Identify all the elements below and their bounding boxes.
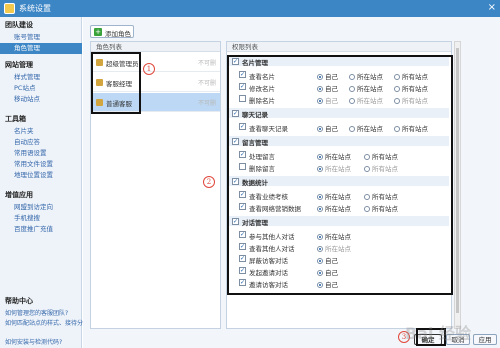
annotation-number: 1 bbox=[143, 63, 155, 75]
sidebar-item-network[interactable]: 网盟到访定向 bbox=[0, 202, 82, 213]
role-list-header: 角色列表 bbox=[91, 42, 220, 52]
role-delete-status: 不可删 bbox=[197, 100, 216, 107]
scrollbar-thumb[interactable] bbox=[456, 48, 459, 313]
sidebar-item-roles[interactable]: 角色管理 bbox=[0, 43, 82, 54]
sidebar-section-team: 团队建设 bbox=[5, 21, 33, 29]
annotation-number: 2 bbox=[203, 176, 215, 188]
sidebar-item-mobile-search[interactable]: 手机搜搜 bbox=[0, 213, 82, 224]
role-delete-status: 不可删 bbox=[197, 60, 216, 67]
help-link[interactable]: 如何匹配站点的样式、接待分组? bbox=[5, 318, 92, 327]
sidebar-item-pc-site[interactable]: PC站点 bbox=[0, 83, 82, 94]
plus-icon: + bbox=[94, 28, 102, 36]
annotation-box-roles bbox=[91, 52, 141, 114]
help-center-title: 帮助中心 bbox=[5, 297, 33, 305]
permission-list-header: 权限列表 bbox=[227, 42, 451, 52]
sidebar-item-account[interactable]: 账号管理 bbox=[0, 32, 82, 43]
annotation-box-permissions bbox=[227, 55, 453, 295]
sidebar-item-mobile-site[interactable]: 移动站点 bbox=[0, 94, 82, 105]
permission-scrollbar[interactable] bbox=[454, 41, 461, 329]
title-bar: 系统设置 × bbox=[0, 0, 500, 17]
sidebar-item-styles[interactable]: 样式管理 bbox=[0, 72, 82, 83]
add-role-button[interactable]: + 添加角色 bbox=[90, 25, 134, 38]
role-delete-status: 不可删 bbox=[197, 80, 216, 87]
sidebar-item-recharge[interactable]: 百度推广充值 bbox=[0, 224, 82, 235]
settings-app-icon bbox=[4, 3, 15, 14]
help-link[interactable]: 如何安装与检测代码? bbox=[5, 337, 62, 346]
sidebar-section-addons: 增值应用 bbox=[5, 191, 33, 199]
sidebar: 团队建设 账号管理 角色管理 网站管理 样式管理 PC站点 移动站点 工具箱 名… bbox=[0, 17, 92, 348]
sidebar-item-files[interactable]: 常用文件设置 bbox=[0, 159, 82, 170]
sidebar-item-auto-reply[interactable]: 自动应答 bbox=[0, 137, 82, 148]
sidebar-section-site: 网站管理 bbox=[5, 61, 33, 69]
close-icon[interactable]: × bbox=[488, 2, 496, 14]
sidebar-item-location[interactable]: 地理位置设置 bbox=[0, 170, 82, 181]
apply-button[interactable]: 应用 bbox=[473, 334, 497, 345]
sidebar-section-toolbox: 工具箱 bbox=[5, 115, 26, 123]
watermark: Bai 经验 bbox=[405, 324, 472, 343]
window-title: 系统设置 bbox=[19, 4, 51, 13]
add-role-label: 添加角色 bbox=[105, 30, 131, 38]
help-link[interactable]: 如何管理您的客服团队? bbox=[5, 308, 68, 317]
sidebar-item-cards[interactable]: 名片夹 bbox=[0, 126, 82, 137]
sidebar-item-phrases[interactable]: 常用语设置 bbox=[0, 148, 82, 159]
